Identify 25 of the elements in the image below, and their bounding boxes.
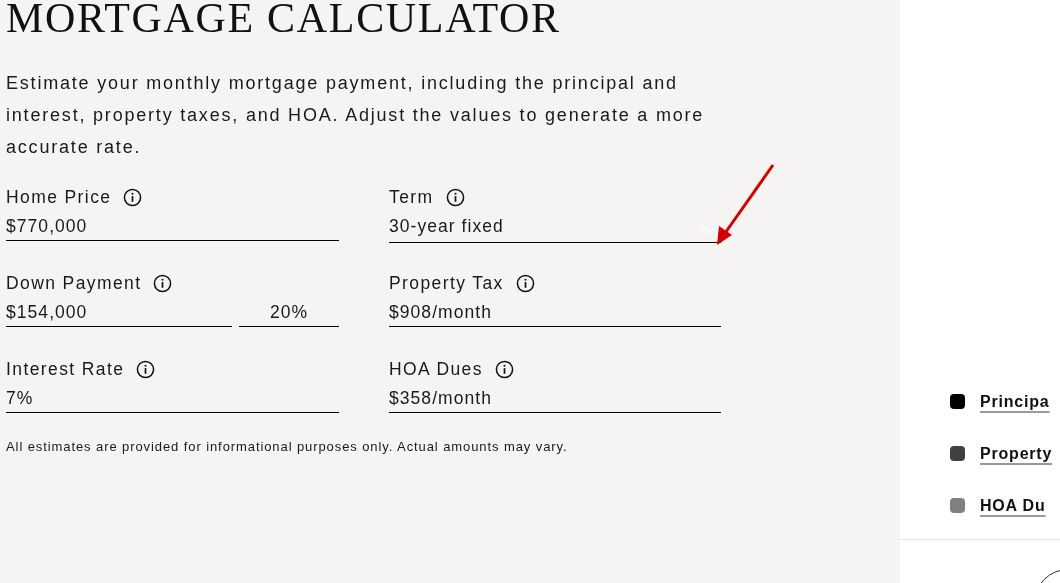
description: Estimate your monthly mortgage payment, including the principal and interest, property taxes, and HOA. Adjust the values to generate a more accurate rate. xyxy=(6,72,706,159)
disclaimer: All estimates are provided for informational purposes only. Actual amounts may vary. xyxy=(6,438,569,456)
info-icon[interactable] xyxy=(136,359,156,379)
field-label: Down Payment xyxy=(6,271,142,295)
chevron-down-icon xyxy=(701,225,717,234)
field-label: HOA Dues xyxy=(389,357,483,381)
field-label: Term xyxy=(389,185,434,209)
input-field[interactable]: 7% xyxy=(6,387,339,413)
input-field[interactable]: $908/month xyxy=(389,301,721,327)
legend-link[interactable]: Principa xyxy=(980,389,1050,414)
info-icon[interactable] xyxy=(515,273,535,293)
input-field[interactable]: 20% xyxy=(239,301,339,327)
field-label: Property Tax xyxy=(389,271,504,295)
field-label: Home Price xyxy=(6,185,112,209)
field-label: Interest Rate xyxy=(6,357,125,381)
page-title: MORTGAGE CALCULATOR xyxy=(6,0,562,39)
legend-link[interactable]: Property xyxy=(980,441,1053,466)
legend-link[interactable]: HOA Du xyxy=(980,493,1046,518)
info-icon[interactable] xyxy=(494,359,514,379)
input-field[interactable]: $358/month xyxy=(389,387,721,413)
info-icon[interactable] xyxy=(445,187,465,207)
input-field[interactable]: $770,000 xyxy=(6,215,339,241)
input-field[interactable]: $154,000 xyxy=(6,301,232,327)
info-icon[interactable] xyxy=(123,187,143,207)
info-icon[interactable] xyxy=(153,273,173,293)
